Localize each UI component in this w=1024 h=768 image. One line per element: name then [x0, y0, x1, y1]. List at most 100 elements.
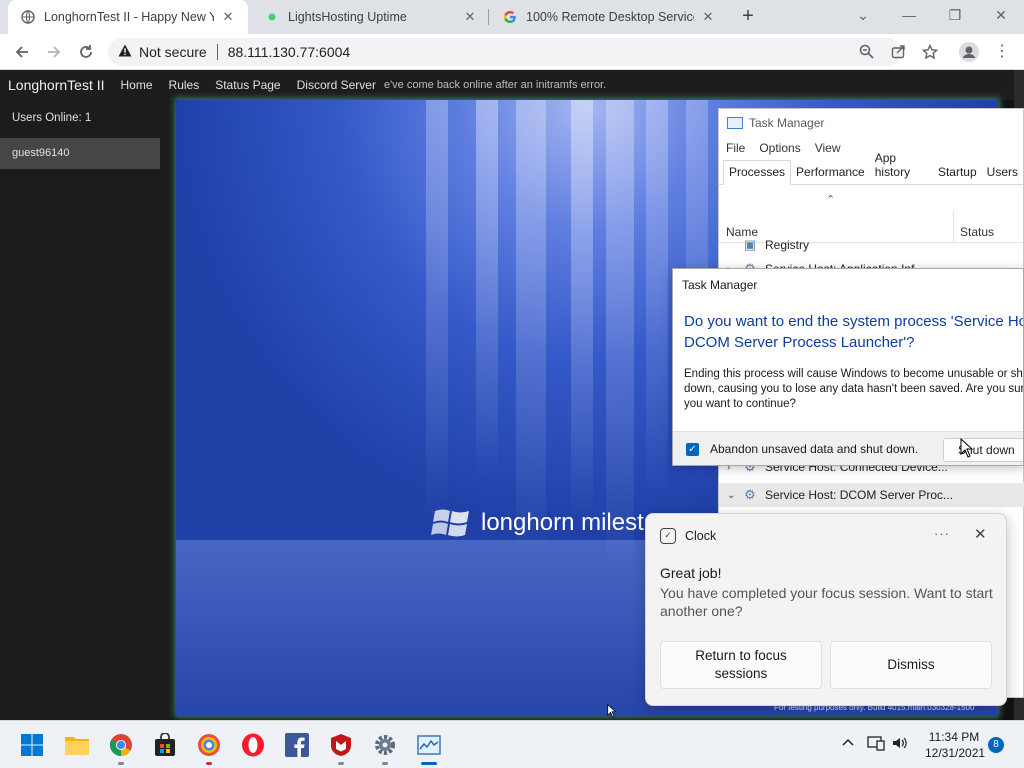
shut-down-button[interactable]: Shut down — [943, 438, 1023, 462]
tab-title: LonghornTest II - Happy New Year! — [44, 10, 214, 24]
close-tab-icon[interactable]: ✕ — [700, 9, 716, 25]
notification-header: ✓ Clock — [660, 528, 716, 544]
running-indicator — [338, 762, 344, 765]
notification-app-name: Clock — [685, 529, 717, 543]
folder-icon — [65, 737, 89, 755]
announcement-marquee: e've come back online after an initramfs… — [383, 79, 607, 91]
menu-kebab-icon[interactable]: ⋮ — [990, 40, 1014, 64]
tab-title: 100% Remote Desktop Services — [526, 10, 694, 24]
taskbar-chrome[interactable] — [106, 730, 136, 765]
gear-icon: ⚙ — [744, 487, 756, 502]
close-tab-icon[interactable]: ✕ — [220, 9, 236, 25]
menu-file[interactable]: File — [726, 141, 745, 155]
clock-notification[interactable]: ✓ Clock ··· ✕ Great job! You have comple… — [645, 513, 1007, 706]
profile-avatar-icon[interactable] — [957, 40, 981, 64]
close-icon[interactable]: ✕ — [974, 525, 987, 543]
network-icon[interactable] — [867, 735, 885, 754]
system-clock[interactable]: 11:34 PM 12/31/2021 — [925, 729, 986, 761]
address-bar[interactable]: Not secure 88.111.130.77:6004 — [108, 38, 902, 66]
mouse-cursor-icon — [607, 704, 617, 718]
security-label[interactable]: Not secure — [139, 44, 207, 60]
sort-caret-icon[interactable]: ⌃ — [826, 193, 835, 206]
close-window-button[interactable]: ✕ — [989, 4, 1013, 26]
tab-users[interactable]: Users — [982, 161, 1023, 184]
bookmark-star-icon[interactable] — [918, 40, 942, 64]
new-tab-button[interactable]: + — [737, 5, 759, 27]
chevron-up-icon[interactable] — [841, 735, 855, 751]
mcafee-shield-icon — [331, 734, 351, 756]
process-name: Registry — [765, 238, 810, 252]
abandon-data-checkbox[interactable]: ✓ — [686, 443, 699, 456]
taskbar-settings[interactable] — [370, 730, 400, 765]
gear-icon — [375, 735, 395, 755]
menu-options[interactable]: Options — [759, 141, 800, 155]
dialog-title: Task Manager — [682, 278, 758, 292]
task-manager-titlebar[interactable]: Task Manager — [719, 109, 1023, 137]
dialog-question: Do you want to end the system process 'S… — [684, 313, 1024, 351]
menu-view[interactable]: View — [815, 141, 841, 155]
reload-icon[interactable] — [74, 40, 98, 64]
nav-link-home[interactable]: Home — [121, 78, 153, 92]
users-sidebar: Users Online: 1 guest96140 — [0, 100, 172, 720]
tab-search-icon[interactable]: ⌄ — [851, 4, 875, 26]
clock-time: 11:34 PM — [928, 730, 980, 744]
taskbar-store[interactable] — [150, 730, 180, 760]
tab-app-history[interactable]: App history — [870, 147, 933, 184]
dismiss-button[interactable]: Dismiss — [830, 641, 992, 689]
nav-link-status-page[interactable]: Status Page — [215, 78, 280, 92]
restore-button[interactable]: ❐ — [943, 4, 967, 26]
volume-icon[interactable] — [892, 735, 908, 754]
warning-icon[interactable] — [118, 44, 132, 60]
tab-performance[interactable]: Performance — [791, 161, 870, 184]
taskbar-remote-desktop[interactable] — [194, 730, 224, 765]
running-indicator — [382, 762, 388, 765]
site-navbar: LonghornTest II Home Rules Status Page D… — [0, 70, 1014, 100]
checkbox-label[interactable]: Abandon unsaved data and shut down. — [710, 442, 918, 456]
more-options-icon[interactable]: ··· — [934, 526, 950, 541]
window-title: Task Manager — [749, 116, 825, 130]
taskbar-file-explorer[interactable] — [62, 730, 92, 760]
running-indicator — [118, 762, 124, 765]
nav-link-discord[interactable]: Discord Server — [297, 78, 376, 92]
opera-icon — [242, 733, 264, 757]
close-tab-icon[interactable]: ✕ — [462, 9, 478, 25]
site-brand[interactable]: LonghornTest II — [8, 77, 105, 93]
globe-icon — [20, 9, 36, 25]
process-row-selected[interactable]: ⌄ ⚙ Service Host: DCOM Server Proc... — [719, 483, 1024, 507]
windows-start-icon — [21, 734, 43, 756]
clock-date: 12/31/2021 — [925, 746, 986, 760]
tab-longhorntest[interactable]: LonghornTest II - Happy New Year! ✕ — [8, 0, 248, 34]
minimize-button[interactable]: — — [897, 4, 921, 26]
longhorn-logo: longhorn milest — [431, 505, 644, 541]
light-ray — [646, 100, 668, 500]
url-text[interactable]: 88.111.130.77:6004 — [228, 44, 351, 60]
taskbar-facebook[interactable] — [282, 730, 312, 760]
remote-desktop-icon — [198, 734, 220, 756]
task-manager-icon — [727, 117, 743, 129]
taskbar-task-manager[interactable] — [414, 730, 444, 765]
end-process-dialog[interactable]: Task Manager Do you want to end the syst… — [672, 268, 1024, 466]
tab-lightshosting[interactable]: LightsHosting Uptime ✕ — [252, 0, 490, 34]
collapse-icon[interactable]: ⌄ — [727, 490, 739, 501]
tab-startup[interactable]: Startup — [933, 161, 982, 184]
running-indicator — [206, 762, 212, 765]
task-manager-tabs: Processes Performance App history Startu… — [719, 151, 1023, 185]
taskbar-mcafee[interactable] — [326, 730, 356, 765]
process-row[interactable]: ▣ Registry — [719, 233, 1024, 257]
share-icon[interactable] — [886, 40, 910, 64]
tab-remote-desktop[interactable]: 100% Remote Desktop Services ✕ — [490, 0, 728, 34]
forward-icon[interactable] — [42, 40, 66, 64]
dialog-body: Ending this process will cause Windows t… — [684, 368, 1024, 410]
tab-divider — [488, 9, 489, 25]
facebook-icon — [285, 733, 309, 757]
notification-badge[interactable]: 8 — [988, 737, 1004, 753]
back-icon[interactable] — [10, 40, 34, 64]
start-button[interactable] — [17, 730, 47, 760]
store-bag-icon — [155, 733, 175, 756]
nav-link-rules[interactable]: Rules — [169, 78, 200, 92]
taskbar-opera[interactable] — [238, 730, 268, 760]
user-list-item[interactable]: guest96140 — [0, 138, 160, 169]
tab-processes[interactable]: Processes — [723, 160, 792, 185]
return-to-focus-button[interactable]: Return to focus sessions — [660, 641, 822, 689]
zoom-icon[interactable] — [854, 40, 878, 64]
